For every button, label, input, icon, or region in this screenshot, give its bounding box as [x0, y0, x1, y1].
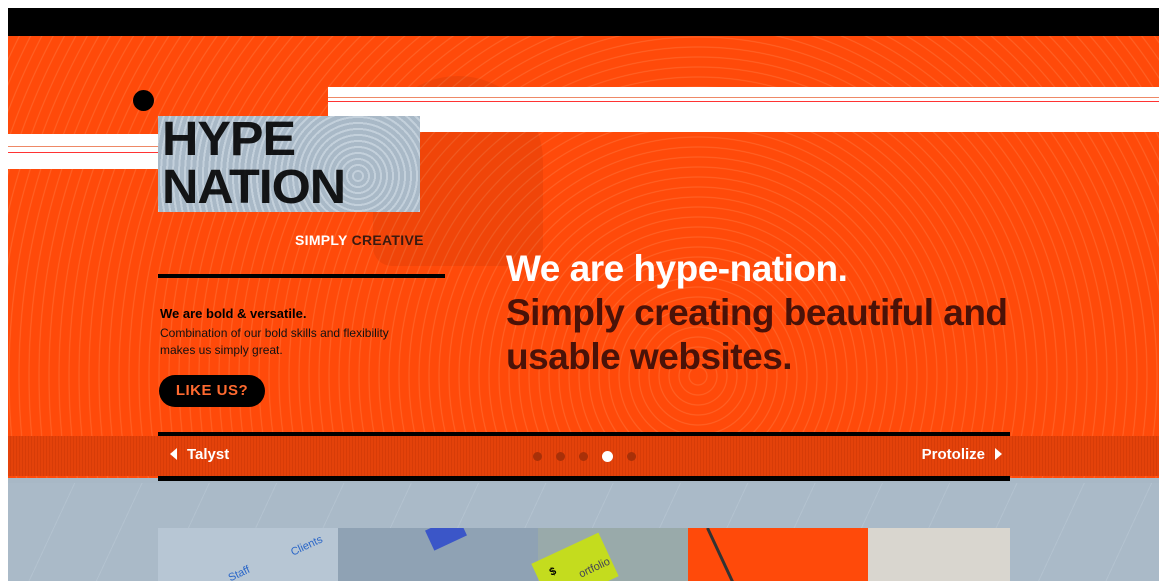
divider	[158, 274, 445, 278]
prev-slide-label: Talyst	[187, 446, 230, 463]
top-bar	[8, 8, 1159, 36]
next-slide-link[interactable]: Protolize	[922, 446, 1002, 463]
preview-line	[706, 528, 735, 581]
arrow-left-icon	[170, 448, 177, 460]
logo[interactable]: HYPE NATION	[158, 116, 420, 212]
logo-dot	[133, 90, 154, 111]
logo-line-2: NATION	[162, 161, 346, 214]
slide-dot[interactable]	[627, 452, 636, 461]
preview-tag-clients: Clients	[289, 533, 325, 559]
slide-dots	[533, 451, 636, 462]
decorative-stripe-left	[8, 134, 168, 169]
tagline-part-1: SIMPLY	[295, 232, 348, 248]
arrow-right-icon	[995, 448, 1002, 460]
nav-bottom-rule	[158, 476, 1010, 481]
intro-heading: We are bold & versatile.	[160, 306, 307, 321]
preview-tag-staff: Staff	[226, 563, 252, 581]
slide-dot[interactable]	[579, 452, 588, 461]
next-slide-label: Protolize	[921, 446, 985, 463]
hero-subheadline: Simply creating beautiful and usable web…	[506, 292, 1008, 377]
decorative-stripe-right	[328, 87, 1159, 132]
tagline: SIMPLY CREATIVE	[295, 232, 424, 248]
slider-nav: Talyst Protolize	[8, 432, 1159, 481]
prev-slide-link[interactable]: Talyst	[170, 446, 229, 463]
preview-blue-tab	[425, 528, 467, 551]
like-us-button[interactable]: LIKE US?	[159, 375, 265, 407]
logo-line-1: HYPE	[162, 113, 296, 166]
portfolio-preview-image[interactable]: Clients Staff $ ortfolio	[158, 528, 1010, 581]
slide-dot[interactable]	[556, 452, 565, 461]
hero-section: HYPE NATION SIMPLY CREATIVE We are bold …	[8, 36, 1159, 478]
slide-dot[interactable]	[533, 452, 542, 461]
intro-body: Combination of our bold skills and flexi…	[160, 326, 389, 357]
tagline-part-2: CREATIVE	[351, 232, 424, 248]
nav-top-rule	[158, 432, 1010, 436]
slide-dot-active[interactable]	[602, 451, 613, 462]
hero-headline: We are hype-nation.	[506, 248, 848, 289]
page: HYPE NATION SIMPLY CREATIVE We are bold …	[8, 8, 1159, 581]
